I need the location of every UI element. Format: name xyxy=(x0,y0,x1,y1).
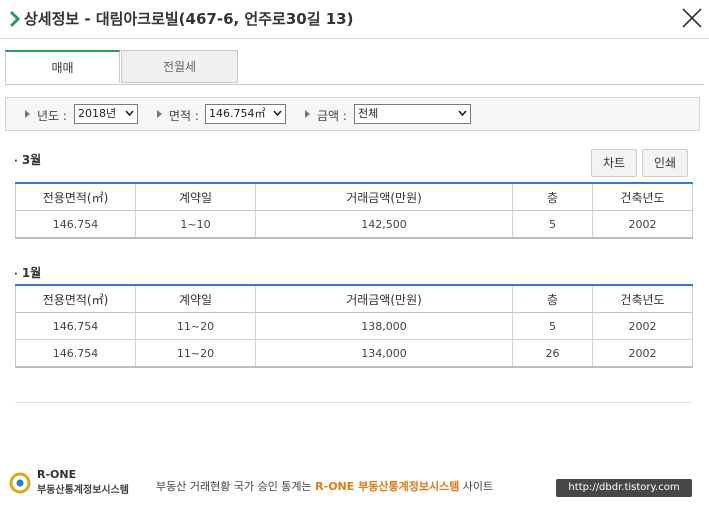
column-header-area: 전용면적(㎡) xyxy=(15,284,136,313)
area-select[interactable]: 146.754㎡ xyxy=(205,104,286,124)
transactions-table-march: 전용면적(㎡) 계약일 거래금액(만원) 층 건축년도 146.754 1~10… xyxy=(15,182,693,239)
column-header-contract-date: 계약일 xyxy=(135,182,256,211)
cell-floor: 5 xyxy=(512,210,593,239)
tab-sale[interactable]: 매매 xyxy=(5,50,120,83)
column-header-floor: 층 xyxy=(512,284,593,313)
cell-price: 138,000 xyxy=(255,312,513,340)
tab-divider xyxy=(5,84,704,85)
column-header-build-year: 건축년도 xyxy=(592,284,693,313)
table-header-row: 전용면적(㎡) 계약일 거래금액(만원) 층 건축년도 xyxy=(15,182,693,211)
cell-area: 146.754 xyxy=(15,339,136,368)
chevron-down-icon xyxy=(125,110,134,117)
cell-build-year: 2002 xyxy=(592,339,693,368)
amount-filter-label: 금액 xyxy=(317,109,340,123)
column-header-price: 거래금액(만원) xyxy=(255,182,513,211)
chevron-down-icon xyxy=(458,110,467,117)
print-button[interactable]: 인쇄 xyxy=(642,149,688,177)
chevron-right-icon xyxy=(9,10,21,28)
title-bar: 상세정보 - 대림아크로빌(467-6, 언주로30길 13) xyxy=(0,0,709,39)
cell-contract-date: 11~20 xyxy=(135,312,256,340)
r-one-logo-icon xyxy=(9,472,31,494)
triangle-right-icon xyxy=(305,110,310,118)
cell-floor: 26 xyxy=(512,339,593,368)
cell-price: 142,500 xyxy=(255,210,513,239)
cell-build-year: 2002 xyxy=(592,312,693,340)
cell-area: 146.754 xyxy=(15,210,136,239)
footer-notice: 부동산 거래현황 국가 승인 통계는 R-ONE 부동산통계정보시스템 사이트 xyxy=(156,480,494,493)
cell-floor: 5 xyxy=(512,312,593,340)
cell-contract-date: 11~20 xyxy=(135,339,256,368)
transactions-table-january: 전용면적(㎡) 계약일 거래금액(만원) 층 건축년도 146.754 11~2… xyxy=(15,284,693,368)
triangle-right-icon xyxy=(157,110,162,118)
section-title-march: · 3월 xyxy=(14,153,42,167)
column-header-price: 거래금액(만원) xyxy=(255,284,513,313)
column-header-floor: 층 xyxy=(512,182,593,211)
chevron-down-icon xyxy=(273,110,282,117)
table-row: 146.754 11~20 138,000 5 2002 xyxy=(15,312,693,340)
content-divider xyxy=(15,402,692,403)
column-header-contract-date: 계약일 xyxy=(135,284,256,313)
triangle-right-icon xyxy=(25,110,30,118)
cell-area: 146.754 xyxy=(15,312,136,340)
year-select[interactable]: 2018년 xyxy=(74,104,138,124)
close-icon[interactable] xyxy=(681,7,703,29)
table-row: 146.754 11~20 134,000 26 2002 xyxy=(15,339,693,368)
cell-contract-date: 1~10 xyxy=(135,210,256,239)
logo-brand: R-ONE xyxy=(37,468,77,481)
page-title: 상세정보 - 대림아크로빌(467-6, 언주로30길 13) xyxy=(24,10,354,28)
filter-bar: 년도 : 2018년 면적 : 146.754㎡ 금액 : 전체 xyxy=(5,97,700,131)
tab-rent[interactable]: 전월세 xyxy=(121,50,238,83)
amount-select[interactable]: 전체 xyxy=(354,104,471,124)
table-row: 146.754 1~10 142,500 5 2002 xyxy=(15,210,693,239)
section-title-january: · 1월 xyxy=(14,266,42,280)
chart-button[interactable]: 차트 xyxy=(591,149,637,177)
logo-subtitle: 부동산통계정보시스템 xyxy=(37,485,129,496)
column-header-build-year: 건축년도 xyxy=(592,182,693,211)
column-header-area: 전용면적(㎡) xyxy=(15,182,136,211)
cell-price: 134,000 xyxy=(255,339,513,368)
year-filter-label: 년도 xyxy=(37,109,60,123)
r-one-logo: R-ONE 부동산통계정보시스템 xyxy=(9,466,149,498)
watermark: http://dbdr.tistory.com xyxy=(556,479,692,497)
r-one-link[interactable]: R-ONE 부동산통계정보시스템 xyxy=(315,480,459,493)
cell-build-year: 2002 xyxy=(592,210,693,239)
area-filter-label: 면적 xyxy=(169,109,192,123)
table-header-row: 전용면적(㎡) 계약일 거래금액(만원) 층 건축년도 xyxy=(15,284,693,313)
